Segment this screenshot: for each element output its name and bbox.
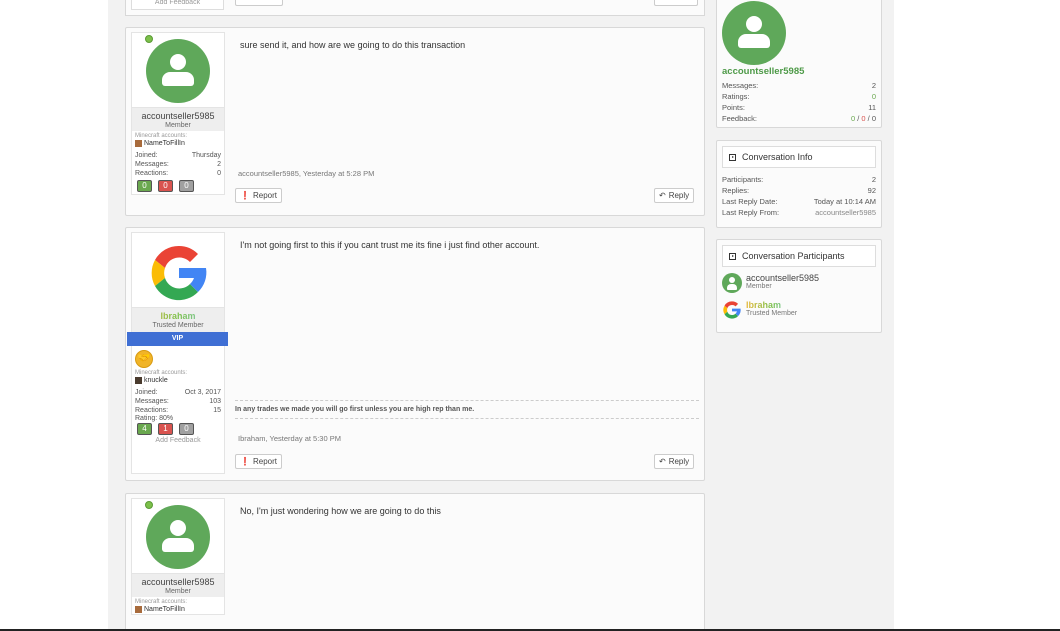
participants-header: Conversation Participants (722, 245, 876, 267)
user-block: accountseller5985 Member Minecraft accou… (131, 498, 225, 615)
mc-accounts-label: Minecraft accounts: (135, 370, 188, 376)
joined-stat: Joined: Oct 3, 2017 (135, 389, 221, 396)
avatar[interactable] (132, 233, 224, 307)
signature: In any trades we made you will go first … (235, 400, 699, 419)
profile-stat-ratings: Ratings: 0 (722, 92, 876, 101)
online-indicator-icon (145, 35, 153, 43)
post-3: accountseller5985 Member Minecraft accou… (125, 493, 705, 631)
neutral-badge[interactable]: 0 (179, 180, 194, 192)
conversation-info-card: Conversation Info Participants: 2 Replies… (716, 140, 882, 228)
add-feedback-link[interactable]: Add Feedback (132, 437, 224, 446)
google-logo-icon (151, 245, 207, 301)
conversation-info-header: Conversation Info (722, 146, 876, 168)
reply-arrow-icon: ↶ (659, 191, 666, 200)
messages-stat: Messages: 103 (135, 398, 221, 405)
rating-percent: Rating: 80% (135, 415, 174, 422)
positive-badge[interactable]: 4 (137, 423, 152, 435)
username[interactable]: Ibraham (132, 311, 224, 321)
post-2: Ibraham Trusted Member VIP 🤝 Minecraft a… (125, 227, 705, 481)
negative-badge[interactable]: 0 (158, 180, 173, 192)
info-participants: Participants: 2 (722, 175, 876, 184)
user-title: Trusted Member (152, 322, 204, 329)
negative-badge[interactable]: 1 (158, 423, 173, 435)
profile-stat-feedback: Feedback: 0 / 0 / 0 (722, 114, 876, 123)
report-button[interactable]: ❗ Report (235, 188, 282, 203)
mc-accounts-label: Minecraft accounts: (135, 599, 188, 605)
user-title: Member (165, 588, 191, 595)
alert-icon: ❗ (240, 457, 250, 466)
rating-badges: 4 1 0 (132, 423, 224, 437)
reply-button-fragment[interactable] (654, 0, 698, 6)
default-user-icon (146, 505, 210, 569)
post-meta[interactable]: Ibraham, Yesterday at 5:30 PM (238, 434, 341, 443)
section-toggle-icon (729, 252, 736, 260)
mc-account: NameToFillIn (132, 139, 224, 148)
info-last-reply-date: Last Reply Date: Today at 10:14 AM (722, 197, 876, 206)
messages-stat: Messages: 2 (135, 161, 221, 168)
report-button[interactable]: ❗ Report (235, 454, 282, 469)
mc-face-icon (135, 140, 142, 147)
mc-account: NameToFillIn (132, 605, 224, 614)
user-block: accountseller5985 Member Minecraft accou… (131, 32, 225, 195)
mc-face-icon (135, 377, 142, 384)
default-user-icon[interactable] (722, 1, 786, 65)
mc-accounts-label: Minecraft accounts: (135, 133, 188, 139)
section-toggle-icon (729, 153, 736, 161)
reply-button[interactable]: ↶ Reply (654, 188, 695, 203)
handshake-icon: 🤝 (132, 346, 224, 368)
message-body: No, I'm just wondering how we are going … (240, 506, 441, 516)
reply-arrow-icon: ↶ (659, 457, 666, 466)
message-body: sure send it, and how are we going to do… (240, 40, 466, 50)
online-indicator-icon (145, 501, 153, 509)
positive-badge[interactable]: 0 (137, 180, 152, 192)
profile-stat-points: Points: 11 (722, 103, 876, 112)
report-button-fragment[interactable] (235, 0, 283, 6)
profile-stat-messages: Messages: 2 (722, 81, 876, 90)
joined-stat: Joined: Thursday (135, 152, 221, 159)
participant-item[interactable]: Ibraham Trusted Member (717, 300, 881, 320)
info-replies: Replies: 92 (722, 186, 876, 195)
participant-item[interactable]: accountseller5985 Member (717, 273, 881, 300)
user-title: Member (165, 122, 191, 129)
reply-button[interactable]: ↶ Reply (654, 454, 695, 469)
google-logo-icon (723, 301, 741, 319)
message-body: I'm not going first to this if you cant … (240, 240, 540, 250)
rating-badges: 0 0 0 (132, 178, 224, 194)
avatar[interactable] (132, 499, 224, 573)
vip-banner: VIP (127, 332, 228, 346)
reactions-stat: Reactions: 0 (135, 170, 221, 177)
username[interactable]: accountseller5985 (132, 577, 224, 587)
add-feedback-link[interactable]: Add Feedback (131, 0, 224, 10)
reactions-stat: Reactions: 15 (135, 407, 221, 414)
profile-username[interactable]: accountseller5985 (722, 66, 804, 77)
neutral-badge[interactable]: 0 (179, 423, 194, 435)
default-user-icon (146, 39, 210, 103)
mc-account: knuckle (132, 376, 224, 385)
default-user-icon (722, 273, 742, 293)
avatar[interactable] (132, 33, 224, 107)
alert-icon: ❗ (240, 191, 250, 200)
post-1: accountseller5985 Member Minecraft accou… (125, 27, 705, 216)
previous-post-fragment: Add Feedback (125, 0, 705, 16)
mc-face-icon (135, 606, 142, 613)
user-block: Ibraham Trusted Member VIP 🤝 Minecraft a… (127, 232, 228, 474)
info-last-reply-from: Last Reply From: accountseller5985 (722, 208, 876, 217)
username[interactable]: accountseller5985 (132, 111, 224, 121)
conversation-participants-card: Conversation Participants accountseller5… (716, 239, 882, 333)
post-meta[interactable]: accountseller5985, Yesterday at 5:28 PM (238, 169, 374, 178)
sidebar-profile-card: accountseller5985 Messages: 2 Ratings: 0 P… (716, 0, 882, 128)
